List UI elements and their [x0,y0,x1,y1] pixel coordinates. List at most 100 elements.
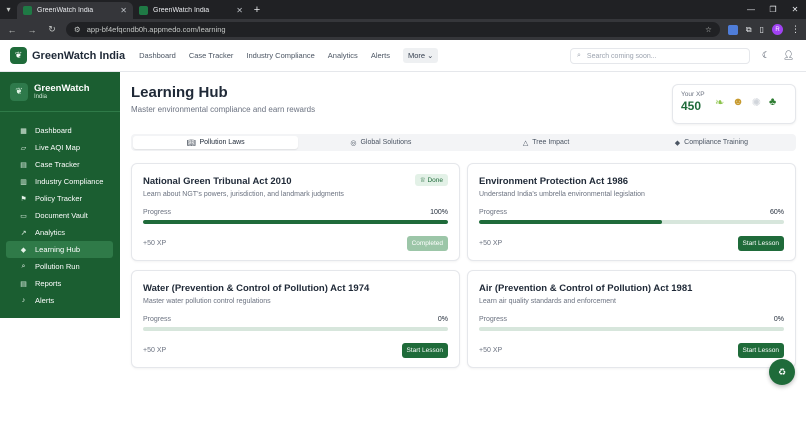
tab-global-solutions[interactable]: ◎ Global Solutions [298,136,463,149]
minimize-icon[interactable]: — [740,0,762,19]
course-description: Master water pollution control regulatio… [143,298,271,305]
sidebar-item-learning-hub[interactable]: ◆ Learning Hub [6,241,113,258]
nav-link-case-tracker[interactable]: Case Tracker [189,51,234,60]
search-input[interactable]: ⌕ Search coming soon... [570,48,750,64]
tab-pollution-laws[interactable]: 📖︎ Pollution Laws [133,136,299,149]
profile-avatar[interactable]: R [772,24,783,35]
sidebar: ❦ GreenWatch India ▦ Dashboard ▱ Live AQI … [0,72,120,318]
browser-tab-title: GreenWatch India [153,7,210,14]
graduation-icon: ◆ [674,139,681,147]
page-header: Learning Hub Master environmental compli… [131,84,315,114]
user-icon[interactable]: 👤︎ [783,50,794,61]
address-bar[interactable]: ⚙ app-bf4efqcndb0h.appmedo.com/learning … [66,22,720,37]
progress-bar [479,220,784,224]
restore-icon[interactable]: ❐ [762,0,784,19]
floating-action-button[interactable]: ♻ [769,359,795,385]
more-menu-button[interactable]: More ⌄ [402,48,439,63]
progress-percent: 60% [769,209,784,216]
sidebar-item-reports[interactable]: ▤ Reports [6,275,113,292]
progress-label: Progress [143,209,172,216]
leaf-logo-icon: ❦ [10,47,27,64]
sidebar-item-label: Alerts [35,296,55,305]
tab-search-icon[interactable]: ▾ [0,0,17,19]
map-icon: ▱ [20,144,27,152]
close-tab-icon[interactable]: ✕ [120,6,127,15]
bookmark-star-icon[interactable]: ☆ [705,25,712,34]
tab-compliance-training[interactable]: ◆ Compliance Training [629,136,794,149]
course-title: Air (Prevention & Control of Pollution) … [479,283,693,294]
sidebar-item-pollution-run[interactable]: ⌕ Pollution Run [6,258,113,275]
sidebar-item-alerts[interactable]: ♪ Alerts [6,292,113,309]
close-tab-icon[interactable]: ✕ [236,6,243,15]
sidebar-item-label: Live AQI Map [35,143,81,152]
progress-bar [479,327,784,331]
course-card: National Green Tribunal Act 2010 ♕ Done … [131,163,460,261]
start-lesson-button[interactable]: Start Lesson [737,343,784,358]
close-window-icon[interactable]: ✕ [784,0,806,19]
xp-reward: +50 XP [143,347,167,354]
sidebar-item-label: Analytics [35,228,66,237]
sidebar-item-label: Pollution Run [35,262,80,271]
page-title: Learning Hub [131,84,228,101]
browser-tab-strip: ▾ GreenWatch India ✕ GreenWatch India ✕ … [0,0,806,19]
tab-label: Global Solutions [360,139,412,146]
progress-bar [143,220,448,224]
extension-icon[interactable] [727,24,738,35]
new-tab-button[interactable]: + [249,2,265,19]
site-info-icon[interactable]: ⚙ [74,25,81,34]
course-description: Learn air quality standards and enforcem… [479,298,616,305]
tab-label: Pollution Laws [199,139,245,146]
sidebar-item-label: Case Tracker [35,160,80,169]
globe-badge-icon: ✺ [751,97,762,109]
sidebar-item-label: Reports [35,279,62,288]
sidebar-item-dashboard[interactable]: ▦ Dashboard [6,122,113,139]
tab-label: Tree Impact [532,139,570,146]
favicon-icon [139,6,148,15]
sidebar-item-label: Industry Compliance [35,177,104,186]
nav-link-industry-compliance[interactable]: Industry Compliance [246,51,314,60]
course-description: Understand India's umbrella environmenta… [479,191,645,198]
completed-button[interactable]: Completed [406,236,448,251]
progress-fill [143,220,448,224]
sidebar-subtitle: India [34,93,48,100]
progress-percent: 0% [773,316,784,323]
nav-link-dashboard[interactable]: Dashboard [139,51,176,60]
app-top-nav: ❦ GreenWatch India Dashboard Case Tracke… [0,40,806,72]
leaf-logo-icon: ❦ [10,82,28,101]
sprout-badge-icon: ❧ [715,97,725,109]
theme-toggle-moon-icon[interactable]: ☾ [762,50,770,61]
nav-link-analytics[interactable]: Analytics [328,51,358,60]
nav-link-alerts[interactable]: Alerts [371,51,390,60]
browser-tab-2[interactable]: GreenWatch India ✕ [133,2,249,19]
brand-name[interactable]: GreenWatch India [32,50,125,62]
back-icon[interactable]: ← [6,25,18,35]
start-lesson-button[interactable]: Start Lesson [737,236,784,251]
url-text[interactable]: app-bf4efqcndb0h.appmedo.com/learning [87,25,699,34]
scientist-badge-icon: ☻ [732,96,744,108]
progress-percent: 0% [437,316,448,323]
report-icon: ▤ [20,280,27,288]
sidebar-item-case-tracker[interactable]: ▤ Case Tracker [6,156,113,173]
sidebar-item-policy-tracker[interactable]: ⚑ Policy Tracker [6,190,113,207]
page-subtitle: Master environmental compliance and earn… [131,105,316,114]
sidebar-header: ❦ GreenWatch India [0,72,120,112]
course-card: Air (Prevention & Control of Pollution) … [467,270,796,368]
sidebar-item-live-aqi-map[interactable]: ▱ Live AQI Map [6,139,113,156]
grid-icon: ▦ [20,127,27,135]
browser-tab-1[interactable]: GreenWatch India ✕ [17,2,133,19]
graduation-icon: ◆ [20,246,27,254]
xp-reward: +50 XP [479,347,503,354]
extensions-puzzle-icon[interactable]: ⧉ [746,25,752,35]
sidebar-item-industry-compliance[interactable]: ▥ Industry Compliance [6,173,113,190]
progress-label: Progress [143,316,172,323]
reload-icon[interactable]: ↻ [46,24,58,35]
progress-label: Progress [479,316,508,323]
tab-tree-impact[interactable]: △ Tree Impact [464,136,629,149]
browser-menu-icon[interactable]: ⋮ [791,24,800,35]
sidebar-item-document-vault[interactable]: ▭ Document Vault [6,207,113,224]
sidebar-item-analytics[interactable]: ↗ Analytics [6,224,113,241]
start-lesson-button[interactable]: Start Lesson [401,343,448,358]
chart-icon: ↗ [20,229,27,237]
forward-icon[interactable]: → [26,25,38,35]
split-view-icon[interactable]: ▯ [760,25,764,34]
